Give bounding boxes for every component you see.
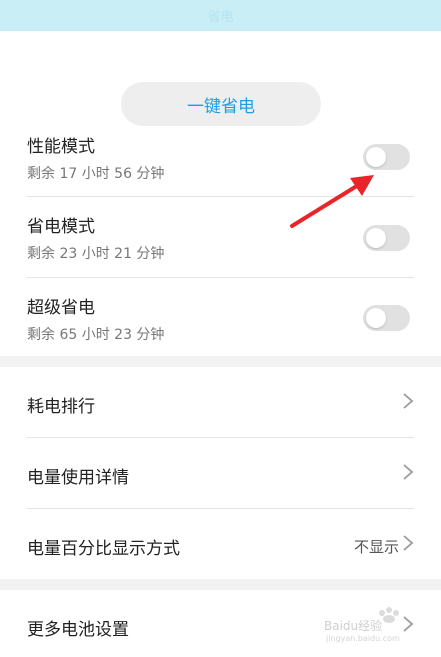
- page-title: 省电: [207, 10, 234, 25]
- top-bar: 省电: [0, 0, 441, 31]
- mode-remaining-time: 剩余 23 小时 21 分钟: [27, 246, 165, 262]
- menu-item-percentage-display[interactable]: 电量百分比显示方式 不显示: [0, 509, 441, 579]
- mode-remaining-time: 剩余 17 小时 56 分钟: [27, 166, 165, 182]
- ultra-saving-mode-toggle[interactable]: [363, 305, 410, 331]
- mode-title: 性能模式: [27, 137, 95, 157]
- chevron-right-icon: [403, 464, 414, 480]
- mode-remaining-time: 剩余 65 小时 23 分钟: [27, 327, 165, 343]
- chevron-right-icon: [403, 535, 414, 551]
- baidu-watermark-logo: Baidu经验 jingyan.baidu.com: [324, 607, 400, 643]
- menu-item-label: 电量百分比显示方式: [27, 539, 180, 559]
- annotation-arrow-icon: [290, 175, 374, 228]
- menu-item-label: 耗电排行: [27, 397, 95, 417]
- menu-item-label: 更多电池设置: [27, 620, 129, 640]
- menu-item-label: 电量使用详情: [27, 468, 129, 488]
- battery-menu-panel: 耗电排行 电量使用详情 电量百分比显示方式 不显示: [0, 367, 441, 579]
- mode-title: 超级省电: [27, 298, 95, 318]
- menu-item-power-ranking[interactable]: 耗电排行: [0, 367, 441, 437]
- toggle-knob: [366, 308, 386, 328]
- chevron-right-icon: [403, 393, 414, 409]
- menu-item-value: 不显示: [353, 538, 399, 556]
- menu-item-usage-details[interactable]: 电量使用详情: [0, 438, 441, 508]
- mode-row-ultra-saving[interactable]: 超级省电 剩余 65 小时 23 分钟: [0, 278, 441, 358]
- toggle-knob: [366, 147, 386, 167]
- performance-mode-toggle[interactable]: [363, 144, 410, 170]
- watermark-url: jingyan.baidu.com: [325, 634, 400, 643]
- mode-title: 省电模式: [27, 217, 95, 237]
- watermark-text: Baidu经验: [324, 618, 382, 633]
